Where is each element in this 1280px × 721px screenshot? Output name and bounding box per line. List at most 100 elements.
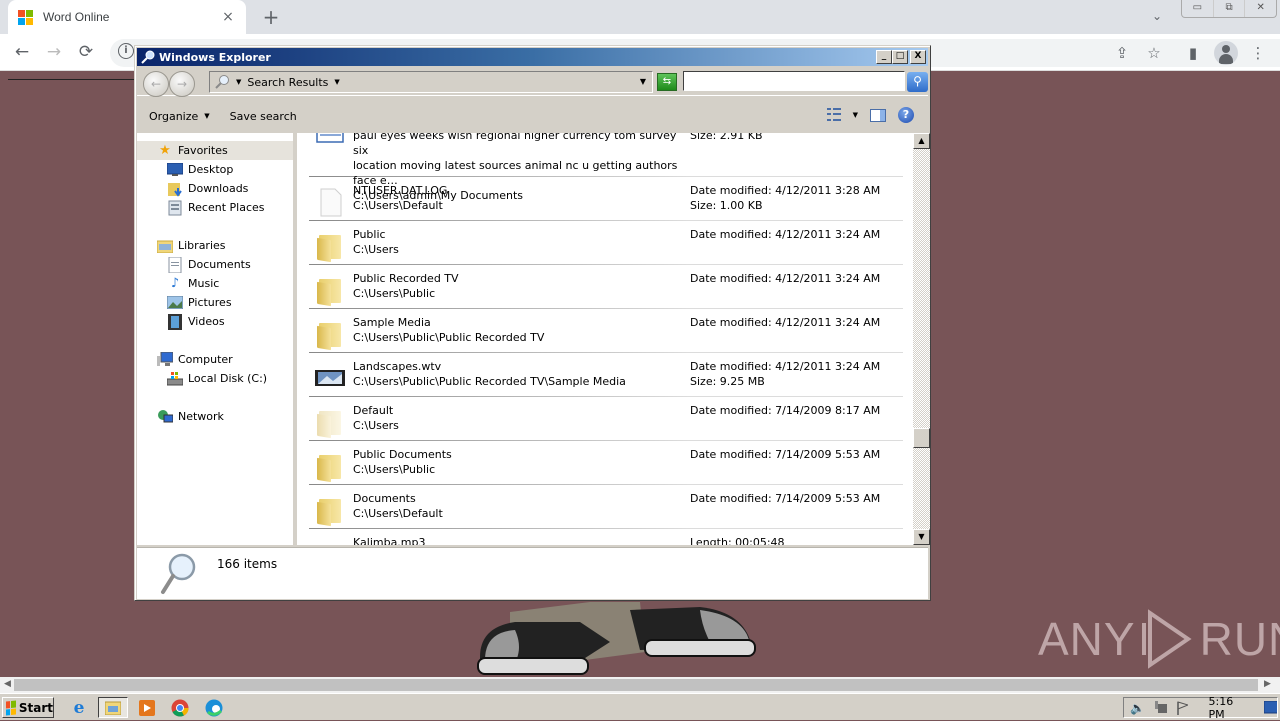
desktop-icon — [167, 162, 183, 178]
refresh-button[interactable]: ⇆ — [657, 73, 677, 91]
result-row[interactable]: Public Recorded TV C:\Users\Public Date mo… — [309, 265, 903, 309]
site-info-icon[interactable]: i — [118, 43, 134, 59]
nav-documents[interactable]: Documents — [137, 255, 293, 274]
show-desktop-icon[interactable] — [1263, 700, 1277, 715]
result-row[interactable]: Sample Media C:\Users\Public\Public Recor… — [309, 309, 903, 353]
explorer-titlebar[interactable]: Windows Explorer _ □ X — [137, 48, 928, 66]
nav-videos[interactable]: Videos — [137, 312, 293, 331]
save-search-button[interactable]: Save search — [230, 110, 297, 123]
videos-icon — [167, 313, 183, 330]
sneakers-illustration — [477, 602, 756, 675]
clock[interactable]: 5:16 PM — [1209, 695, 1245, 721]
vertical-scrollbar-thumb[interactable] — [913, 428, 930, 448]
result-name: Kalimba.mp3 — [353, 535, 683, 545]
result-row[interactable]: Default C:\Users Date modified: 7/14/2009 … — [309, 397, 903, 441]
taskbar-windows-explorer[interactable] — [98, 697, 128, 718]
address-history-dropdown-icon[interactable]: ▼ — [640, 77, 646, 86]
view-controls: ▼ ? — [826, 107, 914, 123]
watermark-right: RUN — [1199, 613, 1280, 665]
result-row[interactable]: Landscapes.wtv C:\Users\Public\Public Rec… — [309, 353, 903, 397]
star-icon: ★ — [159, 143, 171, 158]
breadcrumb-location[interactable]: Search Results — [247, 76, 328, 89]
result-meta: Length: 00:05:48 — [690, 535, 785, 545]
back-button[interactable]: ← — [11, 42, 33, 64]
nav-desktop[interactable]: Desktop — [137, 160, 293, 179]
profile-avatar[interactable] — [1214, 41, 1238, 65]
chrome-icon — [171, 699, 189, 716]
result-row[interactable]: Kalimba.mp3 Length: 00:05:48 — [309, 529, 903, 545]
taskbar-internet-explorer[interactable]: e — [64, 697, 94, 718]
result-row[interactable]: paul eyes weeks wish regional higher cur… — [309, 133, 903, 202]
horizontal-scrollbar[interactable]: ◀ ▶ — [0, 677, 1280, 693]
close-window-button[interactable]: ✕ — [1245, 0, 1276, 17]
result-meta: Date modified: 7/14/2009 5:53 AM — [690, 447, 880, 462]
result-row[interactable]: Documents C:\Users\Default Date modified: … — [309, 485, 903, 529]
result-meta-line1: Date modified: 7/14/2009 8:17 AM — [690, 404, 881, 417]
result-path: C:\Users — [353, 243, 399, 256]
breadcrumb[interactable]: ▼ Search Results ▼ ▼ — [209, 71, 653, 93]
volume-icon[interactable]: 🔈 — [1130, 701, 1145, 715]
breadcrumb-chevron-icon[interactable]: ▼ — [236, 78, 241, 86]
preview-pane-icon[interactable] — [870, 108, 886, 122]
taskbar-edge[interactable] — [199, 697, 229, 718]
browser-menu-icon[interactable]: ⋮ — [1248, 44, 1268, 62]
result-row[interactable]: NTUSER.DAT.LOG C:\Users\Default Date modif… — [309, 177, 903, 221]
vertical-scrollbar[interactable]: ▲ ▼ — [913, 133, 930, 545]
nav-recent-places[interactable]: Recent Places — [137, 198, 293, 217]
music-icon: ♪ — [170, 276, 180, 291]
result-row[interactable]: Public C:\Users Date modified: 4/12/2011 3… — [309, 221, 903, 265]
breadcrumb-location-dropdown-icon[interactable]: ▼ — [334, 78, 339, 86]
navigation-pane: ★ Favorites Desktop Downloads Recent Pla… — [137, 133, 295, 545]
result-name: Default C:\Users — [353, 403, 683, 433]
search-button[interactable]: ⚲ — [907, 72, 928, 92]
scrollbar-thumb[interactable] — [14, 679, 1258, 691]
restore-button[interactable]: ⧉ — [1214, 0, 1246, 17]
nav-music[interactable]: ♪ Music — [137, 274, 293, 293]
result-name: Public C:\Users — [353, 227, 683, 257]
nav-favorites[interactable]: ★ Favorites — [137, 141, 293, 160]
explorer-maximize-button[interactable]: □ — [892, 50, 908, 64]
new-tab-button[interactable]: + — [260, 5, 282, 29]
scroll-up-arrow-icon[interactable]: ▲ — [913, 133, 930, 149]
organize-button[interactable]: Organize ▼ — [149, 110, 210, 123]
change-view-icon[interactable] — [826, 108, 841, 122]
explorer-forward-button[interactable]: → — [169, 71, 195, 97]
bookmark-star-icon[interactable]: ☆ — [1144, 44, 1164, 62]
scroll-left-arrow-icon[interactable]: ◀ — [4, 679, 11, 689]
help-icon[interactable]: ? — [898, 107, 914, 123]
explorer-minimize-button[interactable]: _ — [876, 50, 892, 64]
forward-button[interactable]: → — [43, 42, 65, 64]
nav-pictures[interactable]: Pictures — [137, 293, 293, 312]
chevron-down-icon: ▼ — [204, 112, 210, 120]
nav-local-disk[interactable]: Local Disk (C:) — [137, 369, 293, 388]
side-panel-icon[interactable]: ▮ — [1183, 44, 1203, 62]
scroll-right-arrow-icon[interactable]: ▶ — [1264, 679, 1271, 689]
view-options-dropdown-icon[interactable]: ▼ — [853, 111, 858, 119]
result-row[interactable]: Public Documents C:\Users\Public Date modi… — [309, 441, 903, 485]
explorer-close-button[interactable]: X — [910, 50, 926, 64]
network-status-icon[interactable] — [1154, 700, 1168, 715]
anyrun-watermark: ANY RUN — [1038, 609, 1280, 669]
search-input[interactable] — [683, 71, 905, 91]
reload-button[interactable]: ⟳ — [75, 42, 97, 64]
minimize-button[interactable]: ▭ — [1182, 0, 1214, 17]
explorer-back-button[interactable]: ← — [143, 71, 169, 97]
nav-libraries[interactable]: Libraries — [137, 236, 293, 255]
nav-computer[interactable]: Computer — [137, 350, 293, 369]
nav-downloads[interactable]: Downloads — [137, 179, 293, 198]
nav-network[interactable]: Network — [137, 407, 293, 426]
action-center-flag-icon[interactable] — [1176, 700, 1188, 715]
nav-label: Network — [178, 410, 224, 423]
taskbar-media-player[interactable] — [132, 697, 162, 718]
start-button[interactable]: Start — [2, 697, 54, 718]
result-meta-line2: Size: 9.25 MB — [690, 375, 765, 388]
browser-tab-word-online[interactable]: Word Online × — [8, 0, 246, 34]
scroll-down-arrow-icon[interactable]: ▼ — [913, 529, 930, 545]
taskbar-chrome[interactable] — [165, 697, 195, 718]
explorer-caption-buttons: _ □ X — [876, 50, 926, 64]
share-icon[interactable]: ⇪ — [1112, 44, 1132, 62]
tab-search-button[interactable]: ⌄ — [1152, 9, 1162, 23]
media-player-icon — [139, 699, 155, 716]
result-path: C:\Users\Public — [353, 287, 436, 300]
tab-close-icon[interactable]: × — [220, 9, 236, 25]
